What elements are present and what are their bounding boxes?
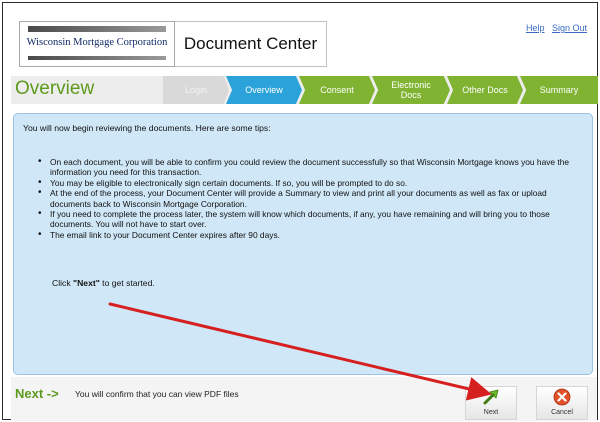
logo-bar-top (28, 26, 166, 32)
step-consent[interactable]: Consent (299, 76, 375, 104)
step-label-line2: Docs (400, 90, 422, 100)
tip-item: If you need to complete the process late… (38, 209, 586, 230)
start-next-keyword: "Next" (73, 278, 100, 288)
progress-nav: Overview Login Overview Consent Electron… (11, 76, 598, 104)
green-arrow-icon (483, 389, 499, 405)
step-label: Electronic Docs (391, 80, 431, 100)
footer-bar: Next -> You will confirm that you can vi… (11, 377, 597, 421)
help-link[interactable]: Help (526, 23, 545, 33)
cancel-button[interactable]: Cancel (536, 386, 588, 420)
step-overview[interactable]: Overview (226, 76, 302, 104)
next-step-heading: Next -> (15, 386, 59, 401)
step-label: Summary (539, 85, 579, 95)
step-label: Login (184, 85, 208, 95)
cancel-button-label: Cancel (551, 409, 573, 416)
logo-text: Wisconsin Mortgage Corporation (26, 37, 168, 48)
tip-item: You may be eligible to electronically si… (38, 178, 586, 189)
app-title: Document Center (175, 21, 327, 67)
step-label: Overview (245, 85, 283, 95)
step-summary[interactable]: Summary (520, 76, 598, 104)
top-links: Help Sign Out (521, 23, 587, 33)
tip-item: At the end of the process, your Document… (38, 188, 586, 209)
step-label: Other Docs (462, 85, 508, 95)
step-label-line1: Electronic (391, 80, 431, 90)
instructions-panel: You will now begin reviewing the documen… (13, 113, 593, 375)
tips-list: On each document, you will be able to co… (38, 157, 586, 241)
company-logo: Wisconsin Mortgage Corporation (19, 21, 175, 67)
step-login: Login (163, 76, 229, 104)
next-button-label: Next (483, 409, 499, 416)
start-suffix: to get started. (99, 278, 155, 288)
page-title: Overview (15, 78, 95, 99)
step-other-docs[interactable]: Other Docs (447, 76, 523, 104)
step-electronic-docs[interactable]: Electronic Docs (372, 76, 450, 104)
start-prefix: Click (52, 278, 74, 288)
red-x-circle-icon (553, 388, 571, 406)
tip-item: On each document, you will be able to co… (38, 157, 586, 178)
next-button[interactable]: Next (465, 386, 517, 420)
tip-item: The email link to your Document Center e… (38, 230, 586, 241)
sign-out-link[interactable]: Sign Out (552, 23, 587, 33)
logo-bar-bottom (28, 56, 166, 60)
intro-text: You will now begin reviewing the documen… (23, 123, 271, 133)
step-label: Consent (320, 85, 354, 95)
app-window: Wisconsin Mortgage Corporation Document … (2, 2, 598, 421)
next-step-description: You will confirm that you can view PDF f… (75, 389, 239, 399)
get-started-text: Click "Next" to get started. (52, 278, 155, 288)
